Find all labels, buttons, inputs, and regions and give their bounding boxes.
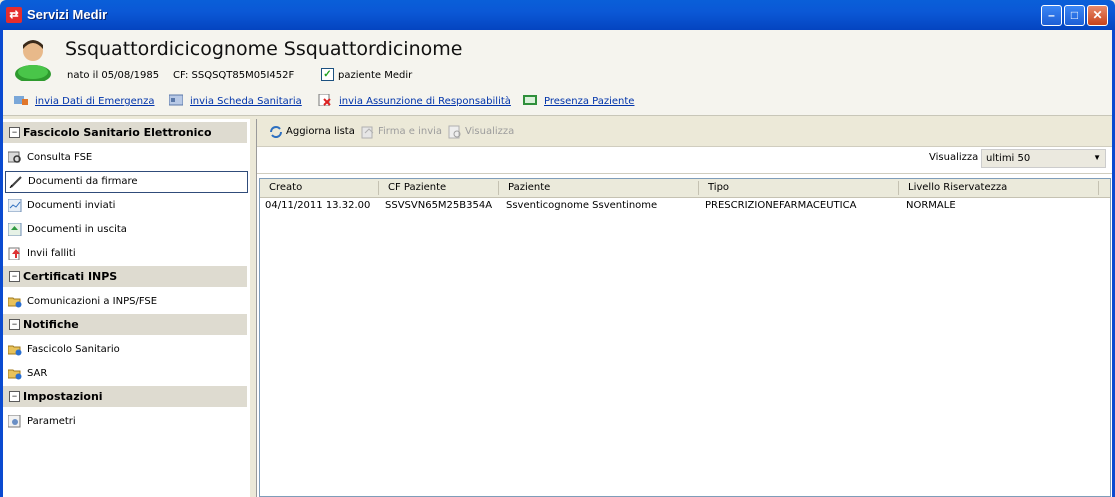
visualizza-value: ultimi 50	[986, 153, 1031, 164]
sidebar-item-label: Invii falliti	[27, 248, 76, 259]
settings-icon	[8, 415, 21, 428]
folder-notification-icon	[8, 369, 22, 380]
visualizza-label: Visualizza	[929, 152, 979, 163]
sidebar: − Fascicolo Sanitario Elettronico Consul…	[3, 119, 251, 497]
collapse-icon: −	[9, 271, 20, 282]
collapse-icon: −	[9, 319, 20, 330]
column-header-creato[interactable]: Creato	[269, 182, 302, 193]
sent-docs-icon	[8, 199, 22, 212]
sidebar-item-documenti-in-uscita[interactable]: Documenti in uscita	[3, 219, 247, 241]
sign-send-icon	[361, 126, 374, 139]
column-divider[interactable]	[378, 181, 379, 195]
cell-livello: NORMALE	[906, 200, 956, 211]
send-emergency-data-link[interactable]: invia Dati di Emergenza	[35, 96, 155, 107]
sidebar-section-fse[interactable]: − Fascicolo Sanitario Elettronico	[3, 122, 247, 144]
patient-header: Ssquattordicicognome Ssquattordicinome n…	[3, 30, 1112, 88]
sidebar-item-documenti-inviati[interactable]: Documenti inviati	[3, 195, 247, 217]
main-panel: Aggiorna lista Firma e invia Visualizza …	[256, 119, 1112, 497]
sign-and-send-button[interactable]: Firma e invia	[378, 126, 442, 137]
outbox-docs-icon	[8, 223, 22, 236]
visualizza-select[interactable]: ultimi 50 ▼	[981, 149, 1106, 168]
column-divider[interactable]	[898, 181, 899, 195]
maximize-button[interactable]: □	[1064, 5, 1085, 26]
sidebar-item-label: Fascicolo Sanitario	[27, 344, 120, 355]
documents-table: Creato CF Paziente Paziente Tipo Livello…	[259, 178, 1111, 497]
window-titlebar: ⇄ Servizi Medir – □ ✕	[0, 0, 1115, 30]
section-title: Impostazioni	[23, 390, 103, 403]
sidebar-item-label: SAR	[27, 368, 48, 379]
window-title: Servizi Medir	[27, 7, 108, 22]
patient-fiscal-code: CF: SSQSQT85M05I452F	[173, 70, 295, 81]
view-button[interactable]: Visualizza	[465, 126, 514, 137]
sidebar-item-sar[interactable]: SAR	[3, 363, 247, 385]
sidebar-item-comunicazioni-inps[interactable]: Comunicazioni a INPS/FSE	[3, 291, 247, 313]
column-header-cf-paziente[interactable]: CF Paziente	[388, 182, 446, 193]
sidebar-item-documenti-da-firmare[interactable]: Documenti da firmare	[5, 171, 248, 193]
medir-patient-label: paziente Medir	[338, 70, 413, 81]
browse-fse-icon	[8, 151, 21, 163]
folder-notification-icon	[8, 345, 22, 356]
responsibility-doc-icon	[318, 94, 331, 106]
chevron-down-icon: ▼	[1093, 153, 1101, 162]
cell-cf-paziente: SSVSVN65M25B354A	[385, 200, 493, 211]
sidebar-section-notifiche[interactable]: − Notifiche	[3, 314, 247, 336]
cell-tipo: PRESCRIZIONEFARMACEUTICA	[705, 200, 857, 211]
view-icon	[448, 125, 461, 139]
section-title: Notifiche	[23, 318, 79, 331]
column-header-paziente[interactable]: Paziente	[508, 182, 550, 193]
sidebar-item-label: Documenti inviati	[27, 200, 116, 211]
medir-patient-checkbox[interactable]: ✓	[321, 68, 334, 81]
column-divider[interactable]	[1098, 181, 1099, 195]
folder-notification-icon	[8, 297, 22, 308]
pen-sign-icon	[9, 176, 22, 188]
sidebar-item-fascicolo-sanitario[interactable]: Fascicolo Sanitario	[3, 339, 247, 361]
column-divider[interactable]	[698, 181, 699, 195]
sidebar-section-impostazioni[interactable]: − Impostazioni	[3, 386, 247, 408]
sidebar-item-parametri[interactable]: Parametri	[3, 411, 247, 433]
table-row[interactable]: 04/11/2011 13.32.00 SSVSVN65M25B354A Ssv…	[260, 198, 1110, 215]
patient-presence-icon	[523, 95, 537, 105]
patient-name: Ssquattordicicognome Ssquattordicinome	[65, 38, 463, 60]
minimize-button[interactable]: –	[1041, 5, 1062, 26]
failed-sends-icon	[8, 247, 20, 260]
patient-avatar-icon	[15, 40, 51, 81]
sidebar-item-consulta-fse[interactable]: Consulta FSE	[3, 147, 247, 169]
send-responsibility-link[interactable]: invia Assunzione di Responsabilità	[339, 96, 511, 107]
send-health-record-link[interactable]: invia Scheda Sanitaria	[190, 96, 302, 107]
column-header-tipo[interactable]: Tipo	[708, 182, 729, 193]
sidebar-item-label: Documenti da firmare	[28, 176, 138, 187]
patient-actions-bar: invia Dati di Emergenza invia Scheda San…	[3, 88, 1112, 116]
table-header: Creato CF Paziente Paziente Tipo Livello…	[260, 179, 1110, 198]
sidebar-item-label: Parametri	[27, 416, 76, 427]
patient-presence-link[interactable]: Presenza Paziente	[544, 96, 634, 107]
refresh-icon	[270, 126, 282, 138]
emergency-data-icon	[14, 96, 28, 105]
collapse-icon: −	[9, 127, 20, 138]
app-logo-icon: ⇄	[6, 7, 22, 23]
cell-creato: 04/11/2011 13.32.00	[265, 200, 371, 211]
patient-birth-date: nato il 05/08/1985	[67, 70, 160, 81]
health-card-icon	[169, 94, 183, 106]
sidebar-item-invii-falliti[interactable]: Invii falliti	[3, 243, 247, 265]
collapse-icon: −	[9, 391, 20, 402]
column-header-livello[interactable]: Livello Riservatezza	[908, 182, 1007, 193]
close-button[interactable]: ✕	[1087, 5, 1108, 26]
sidebar-item-label: Consulta FSE	[27, 152, 93, 163]
filter-bar: Visualizza ultimi 50 ▼	[257, 147, 1112, 174]
sidebar-item-label: Documenti in uscita	[27, 224, 127, 235]
sidebar-item-label: Comunicazioni a INPS/FSE	[27, 296, 158, 307]
column-divider[interactable]	[498, 181, 499, 195]
section-title: Fascicolo Sanitario Elettronico	[23, 126, 212, 139]
sidebar-section-inps[interactable]: − Certificati INPS	[3, 266, 247, 288]
refresh-list-button[interactable]: Aggiorna lista	[286, 126, 355, 137]
cell-paziente: Ssventicognome Ssventinome	[506, 200, 658, 211]
documents-toolbar: Aggiorna lista Firma e invia Visualizza	[257, 119, 1112, 147]
section-title: Certificati INPS	[23, 270, 118, 283]
